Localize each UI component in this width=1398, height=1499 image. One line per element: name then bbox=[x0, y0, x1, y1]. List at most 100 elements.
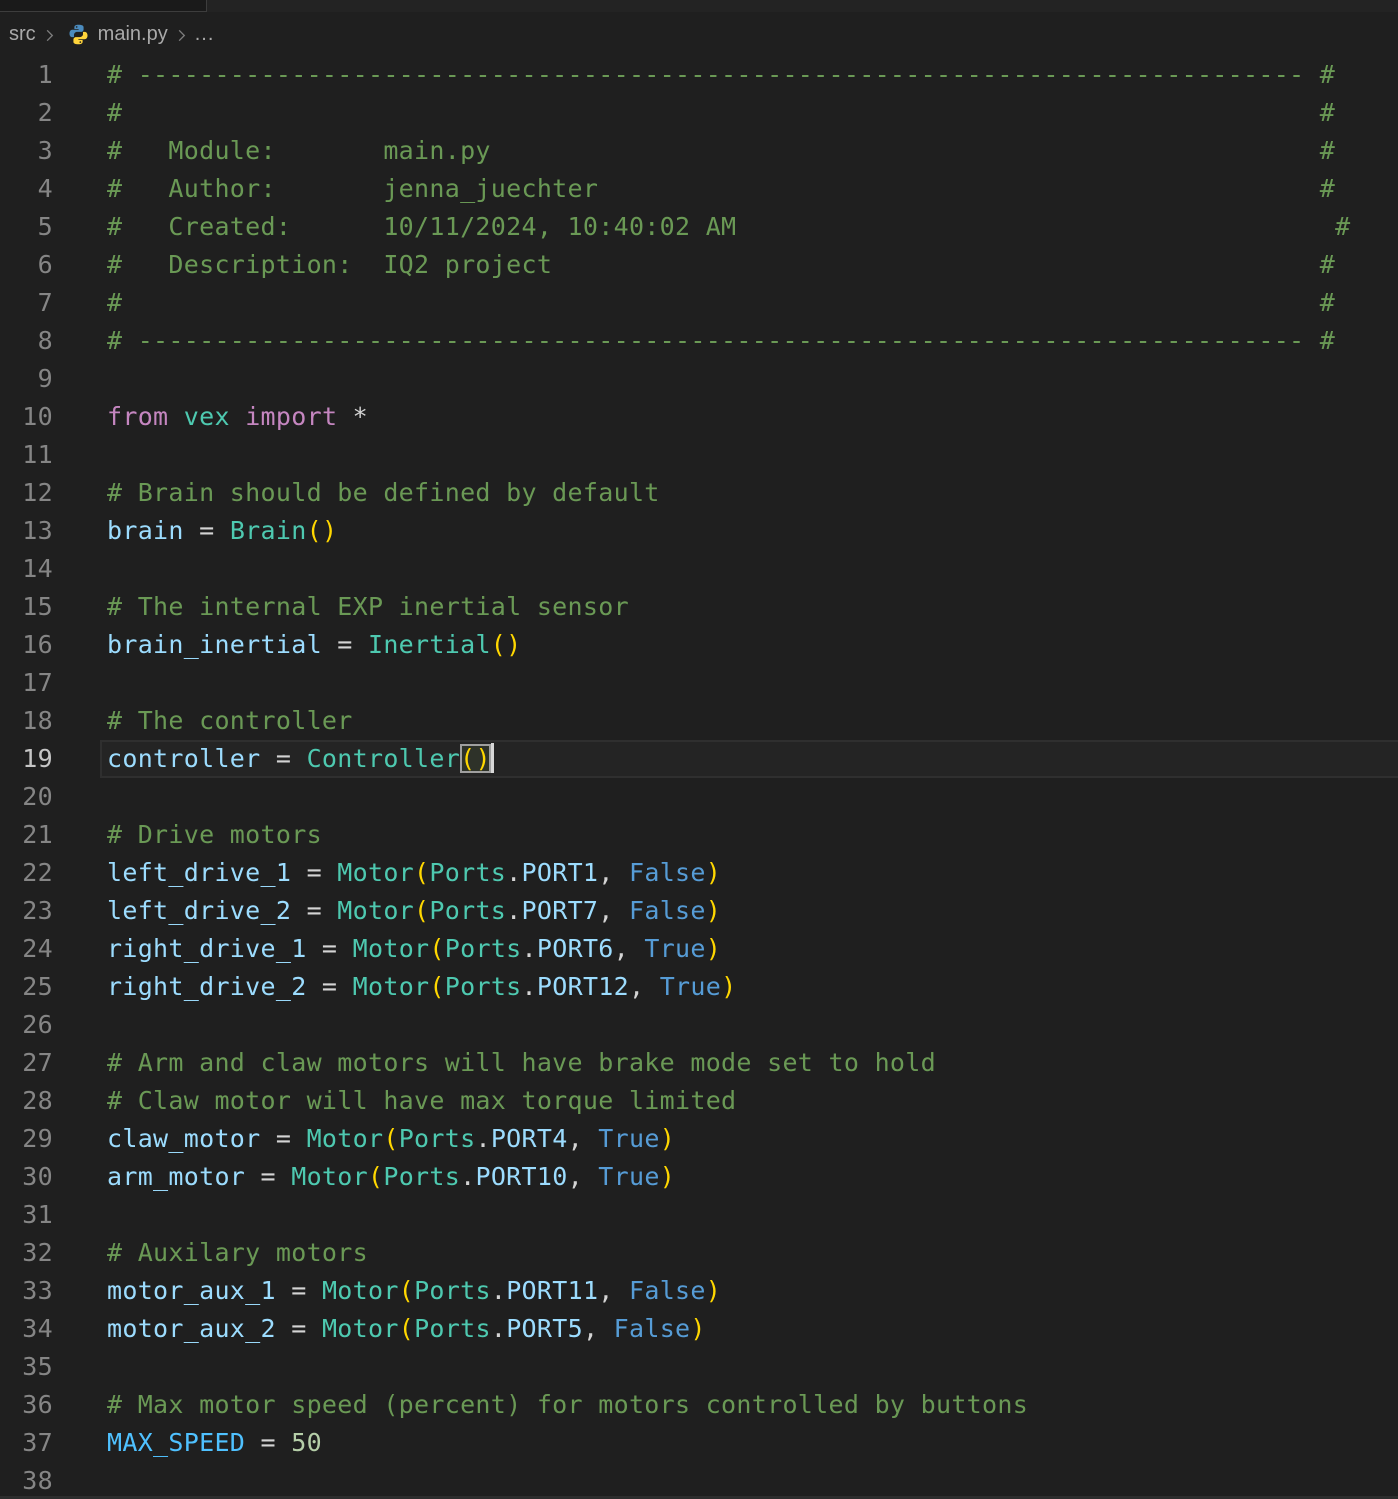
code-line[interactable]: 36# Max motor speed (percent) for motors… bbox=[0, 1386, 1398, 1424]
line-number[interactable]: 25 bbox=[0, 968, 100, 1006]
line-number[interactable]: 21 bbox=[0, 816, 100, 854]
line-number[interactable]: 27 bbox=[0, 1044, 100, 1082]
line-number[interactable]: 6 bbox=[0, 246, 100, 284]
code-line[interactable]: 24right_drive_1 = Motor(Ports.PORT6, Tru… bbox=[0, 930, 1398, 968]
line-number[interactable]: 7 bbox=[0, 284, 100, 322]
code-token: # --------------------------------------… bbox=[107, 326, 1335, 355]
code-token: MAX_SPEED bbox=[107, 1428, 245, 1457]
line-number[interactable]: 13 bbox=[0, 512, 100, 550]
line-number[interactable]: 31 bbox=[0, 1196, 100, 1234]
code-line[interactable]: 12# Brain should be defined by default bbox=[0, 474, 1398, 512]
line-number[interactable]: 15 bbox=[0, 588, 100, 626]
line-number[interactable]: 26 bbox=[0, 1006, 100, 1044]
line-number[interactable]: 9 bbox=[0, 360, 100, 398]
line-number[interactable]: 8 bbox=[0, 322, 100, 360]
code-line[interactable]: 20 bbox=[0, 778, 1398, 816]
code-line[interactable]: 15# The internal EXP inertial sensor bbox=[0, 588, 1398, 626]
code-line[interactable]: 8# -------------------------------------… bbox=[0, 322, 1398, 360]
line-number[interactable]: 24 bbox=[0, 930, 100, 968]
code-line-content bbox=[100, 778, 1398, 816]
code-token: # Max motor speed (percent) for motors c… bbox=[107, 1390, 1028, 1419]
code-line[interactable]: 26 bbox=[0, 1006, 1398, 1044]
code-line[interactable]: 37MAX_SPEED = 50 bbox=[0, 1424, 1398, 1462]
line-number[interactable]: 17 bbox=[0, 664, 100, 702]
code-line[interactable]: 25right_drive_2 = Motor(Ports.PORT12, Tr… bbox=[0, 968, 1398, 1006]
code-line[interactable]: 33motor_aux_1 = Motor(Ports.PORT11, Fals… bbox=[0, 1272, 1398, 1310]
code-line-content: # Auxilary motors bbox=[100, 1234, 1398, 1272]
line-number[interactable]: 2 bbox=[0, 94, 100, 132]
line-number[interactable]: 32 bbox=[0, 1234, 100, 1272]
code-token: True bbox=[598, 1162, 659, 1191]
code-line[interactable]: 9 bbox=[0, 360, 1398, 398]
code-line[interactable]: 38 bbox=[0, 1462, 1398, 1499]
line-number[interactable]: 37 bbox=[0, 1424, 100, 1462]
line-number[interactable]: 4 bbox=[0, 170, 100, 208]
code-line[interactable]: 6# Description: IQ2 project # bbox=[0, 246, 1398, 284]
line-number[interactable]: 16 bbox=[0, 626, 100, 664]
code-line[interactable]: 1# -------------------------------------… bbox=[0, 56, 1398, 94]
line-number[interactable]: 36 bbox=[0, 1386, 100, 1424]
code-token: . bbox=[506, 858, 521, 887]
code-line[interactable]: 29claw_motor = Motor(Ports.PORT4, True) bbox=[0, 1120, 1398, 1158]
code-line[interactable]: 2# # bbox=[0, 94, 1398, 132]
code-line[interactable]: 17 bbox=[0, 664, 1398, 702]
line-number[interactable]: 14 bbox=[0, 550, 100, 588]
line-number[interactable]: 29 bbox=[0, 1120, 100, 1158]
line-number[interactable]: 23 bbox=[0, 892, 100, 930]
code-token: , bbox=[568, 1124, 599, 1153]
code-token: ( bbox=[429, 972, 444, 1001]
code-token: right_drive_1 bbox=[107, 934, 307, 963]
code-line[interactable]: 28# Claw motor will have max torque limi… bbox=[0, 1082, 1398, 1120]
line-number[interactable]: 30 bbox=[0, 1158, 100, 1196]
active-tab[interactable] bbox=[0, 0, 207, 12]
line-number[interactable]: 18 bbox=[0, 702, 100, 740]
line-number[interactable]: 19 bbox=[0, 740, 100, 778]
line-number[interactable]: 1 bbox=[0, 56, 100, 94]
code-line[interactable]: 21# Drive motors bbox=[0, 816, 1398, 854]
code-line[interactable]: 7# # bbox=[0, 284, 1398, 322]
breadcrumb-item-folder[interactable]: src bbox=[7, 23, 38, 46]
line-number[interactable]: 35 bbox=[0, 1348, 100, 1386]
code-line[interactable]: 22left_drive_1 = Motor(Ports.PORT1, Fals… bbox=[0, 854, 1398, 892]
code-line[interactable]: 13brain = Brain() bbox=[0, 512, 1398, 550]
code-line[interactable]: 30arm_motor = Motor(Ports.PORT10, True) bbox=[0, 1158, 1398, 1196]
breadcrumb-item-symbol-path[interactable]: ... bbox=[193, 23, 217, 46]
breadcrumb-item-file[interactable]: main.py bbox=[96, 23, 170, 46]
line-number[interactable]: 20 bbox=[0, 778, 100, 816]
code-token: # Auxilary motors bbox=[107, 1238, 368, 1267]
code-line[interactable]: 5# Created: 10/11/2024, 10:40:02 AM # bbox=[0, 208, 1398, 246]
code-line[interactable]: 32# Auxilary motors bbox=[0, 1234, 1398, 1272]
line-number[interactable]: 22 bbox=[0, 854, 100, 892]
line-number[interactable]: 38 bbox=[0, 1462, 100, 1499]
code-token: import bbox=[245, 402, 337, 431]
code-line[interactable]: 16brain_inertial = Inertial() bbox=[0, 626, 1398, 664]
code-line[interactable]: 18# The controller bbox=[0, 702, 1398, 740]
line-number[interactable]: 10 bbox=[0, 398, 100, 436]
code-line[interactable]: 14 bbox=[0, 550, 1398, 588]
code-token: # Author: jenna_juechter # bbox=[107, 174, 1335, 203]
code-line[interactable]: 4# Author: jenna_juechter # bbox=[0, 170, 1398, 208]
code-line[interactable]: 31 bbox=[0, 1196, 1398, 1234]
code-line[interactable]: 10from vex import * bbox=[0, 398, 1398, 436]
code-line[interactable]: 34motor_aux_2 = Motor(Ports.PORT5, False… bbox=[0, 1310, 1398, 1348]
line-number[interactable]: 5 bbox=[0, 208, 100, 246]
code-line[interactable]: 35 bbox=[0, 1348, 1398, 1386]
line-number[interactable]: 11 bbox=[0, 436, 100, 474]
code-line[interactable]: 3# Module: main.py # bbox=[0, 132, 1398, 170]
code-token: PORT11 bbox=[506, 1276, 598, 1305]
line-number[interactable]: 12 bbox=[0, 474, 100, 512]
line-number[interactable]: 3 bbox=[0, 132, 100, 170]
code-line[interactable]: 19controller = Controller() bbox=[0, 740, 1398, 778]
code-token: Ports bbox=[429, 896, 506, 925]
code-token: * bbox=[337, 402, 368, 431]
code-line[interactable]: 27# Arm and claw motors will have brake … bbox=[0, 1044, 1398, 1082]
line-number[interactable]: 33 bbox=[0, 1272, 100, 1310]
line-number[interactable]: 28 bbox=[0, 1082, 100, 1120]
line-number[interactable]: 34 bbox=[0, 1310, 100, 1348]
code-token: , bbox=[568, 1162, 599, 1191]
code-token: PORT4 bbox=[491, 1124, 568, 1153]
code-line[interactable]: 11 bbox=[0, 436, 1398, 474]
code-line-content: # # bbox=[100, 284, 1398, 322]
code-line[interactable]: 23left_drive_2 = Motor(Ports.PORT7, Fals… bbox=[0, 892, 1398, 930]
code-token: . bbox=[522, 972, 537, 1001]
